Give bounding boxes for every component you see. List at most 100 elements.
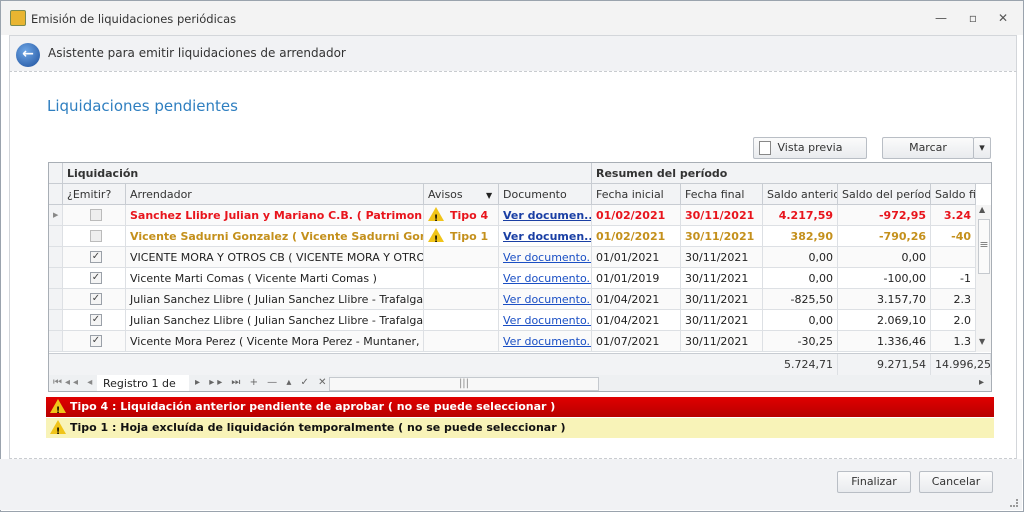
saldo-anterior-cell: 0,00	[763, 268, 838, 289]
fecha-final-cell: 30/11/2021	[681, 226, 763, 247]
saldo-anterior-cell: -825,50	[763, 289, 838, 310]
documento-cell: Ver documento...	[499, 289, 592, 310]
mark-button[interactable]: Marcar	[882, 137, 974, 159]
record-navigator: ⏮◂◂ ◂ Registro 1 de 10 ▸ ▸▸ ⏭ + — ▴ ✓ ✕ …	[49, 375, 991, 391]
ver-documento-link[interactable]: Ver documen...	[503, 230, 591, 243]
ver-documento-link[interactable]: Ver documento...	[503, 293, 591, 306]
horizontal-scroll-thumb[interactable]: |||	[329, 377, 599, 391]
row-indicator[interactable]	[49, 247, 63, 268]
saldo-periodo-cell: 1.336,46	[838, 331, 931, 352]
back-arrow-icon[interactable]: ←	[16, 43, 40, 67]
fecha-final-cell: 30/11/2021	[681, 268, 763, 289]
app-icon	[10, 10, 26, 26]
emitir-cell: ✓	[63, 331, 126, 352]
ver-documento-link[interactable]: Ver documento...	[503, 251, 591, 264]
saldo-periodo-cell: 2.069,10	[838, 310, 931, 331]
minimize-button[interactable]: —	[931, 9, 951, 27]
emitir-cell: ✓	[63, 310, 126, 331]
documento-cell: Ver documento...	[499, 310, 592, 331]
record-counter: Registro 1 de 10	[97, 375, 189, 391]
resize-grip-icon[interactable]	[1010, 499, 1018, 507]
column-header-saldo-final[interactable]: Saldo final	[931, 184, 976, 205]
saldo-final-cell: 2.3	[931, 289, 976, 310]
arrendador-cell: Vicente Mora Perez ( Vicente Mora Perez …	[126, 331, 424, 352]
preview-button[interactable]: Vista previa	[753, 137, 867, 159]
saldo-periodo-cell: -100,00	[838, 268, 931, 289]
close-button[interactable]: ✕	[993, 9, 1013, 27]
column-header-emitir[interactable]: ¿Emitir?	[63, 184, 126, 205]
saldo-final-cell: -40	[931, 226, 976, 247]
fecha-final-cell: 30/11/2021	[681, 289, 763, 310]
saldo-final-cell: 3.24	[931, 205, 976, 226]
avisos-cell	[424, 247, 499, 268]
row-indicator[interactable]	[49, 289, 63, 310]
documento-cell: Ver documento...	[499, 268, 592, 289]
aviso-text: Tipo 4	[450, 209, 489, 222]
column-header-documento[interactable]: Documento	[499, 184, 592, 205]
filter-dropdown-icon[interactable]: ▼	[486, 191, 492, 200]
emitir-checkbox[interactable]: ✓	[90, 335, 102, 347]
fecha-inicial-cell: 01/02/2021	[592, 226, 681, 247]
emitir-cell: ✓	[63, 268, 126, 289]
column-header-saldo-anterior[interactable]: Saldo anterior	[763, 184, 838, 205]
emitir-checkbox[interactable]: ✓	[90, 272, 102, 284]
total-sp: 9.271,54	[838, 354, 931, 375]
finish-button[interactable]: Finalizar	[837, 471, 911, 493]
nav-first-prev-icons[interactable]: ⏮◂◂ ◂	[53, 377, 95, 388]
saldo-periodo-cell: 3.157,70	[838, 289, 931, 310]
saldo-anterior-cell: 0,00	[763, 310, 838, 331]
total-sf: 14.996,25	[931, 354, 991, 375]
row-indicator[interactable]	[49, 268, 63, 289]
row-indicator[interactable]	[49, 331, 63, 352]
ver-documento-link[interactable]: Ver documento...	[503, 272, 591, 285]
emitir-checkbox[interactable]: ✓	[90, 251, 102, 263]
nav-next-last-icons[interactable]: ▸ ▸▸ ⏭ + — ▴ ✓ ✕ ◂	[195, 377, 344, 388]
restore-button[interactable]: ▫	[963, 9, 983, 27]
scroll-up-icon[interactable]: ▲	[979, 205, 985, 214]
column-header-saldo-periodo[interactable]: Saldo del período	[838, 184, 931, 205]
arrendador-cell: VICENTE MORA Y OTROS CB ( VICENTE MORA Y…	[126, 247, 424, 268]
emitir-checkbox[interactable]: ✓	[90, 293, 102, 305]
ver-documento-link[interactable]: Ver documento...	[503, 314, 591, 327]
preview-label: Vista previa	[777, 141, 843, 154]
documento-cell: Ver documento...	[499, 247, 592, 268]
vertical-scrollbar[interactable]: ▲ ≡ ▼	[975, 205, 991, 352]
saldo-anterior-cell: 4.217,59	[763, 205, 838, 226]
emitir-checkbox[interactable]	[90, 209, 102, 221]
emitir-cell: ✓	[63, 247, 126, 268]
scroll-down-icon[interactable]: ▼	[979, 337, 985, 346]
warning-icon	[50, 420, 66, 442]
avisos-cell: Tipo 4	[424, 205, 499, 226]
avisos-cell	[424, 310, 499, 331]
cancel-button[interactable]: Cancelar	[919, 471, 993, 493]
scroll-thumb[interactable]: ≡	[978, 219, 990, 274]
fecha-final-cell: 30/11/2021	[681, 205, 763, 226]
saldo-final-cell: -1	[931, 268, 976, 289]
fecha-final-cell: 30/11/2021	[681, 310, 763, 331]
mark-dropdown-arrow[interactable]: ▾	[973, 137, 991, 159]
fecha-inicial-cell: 01/02/2021	[592, 205, 681, 226]
column-header-arrendador[interactable]: Arrendador	[126, 184, 424, 205]
emitir-cell: ✓	[63, 289, 126, 310]
warning-icon	[428, 207, 444, 225]
avisos-cell	[424, 331, 499, 352]
fecha-inicial-cell: 01/07/2021	[592, 331, 681, 352]
scroll-right-icon[interactable]: ▸	[979, 377, 984, 388]
wizard-header-text: Asistente para emitir liquidaciones de a…	[48, 46, 346, 60]
aviso-text: Tipo 1	[450, 230, 489, 243]
fecha-inicial-cell: 01/01/2019	[592, 268, 681, 289]
emitir-checkbox[interactable]: ✓	[90, 314, 102, 326]
ver-documento-link[interactable]: Ver documen...	[503, 209, 591, 222]
arrendador-cell: Vicente Marti Comas ( Vicente Marti Coma…	[126, 268, 424, 289]
warning-icon	[428, 228, 444, 246]
row-indicator[interactable]: ▶	[49, 205, 63, 226]
emitir-checkbox[interactable]	[90, 230, 102, 242]
row-indicator[interactable]	[49, 310, 63, 331]
window-title: Emisión de liquidaciones periódicas	[31, 12, 237, 26]
ver-documento-link[interactable]: Ver documento...	[503, 335, 591, 348]
column-header-fecha-inicial[interactable]: Fecha inicial	[592, 184, 681, 205]
saldo-final-cell: 1.3	[931, 331, 976, 352]
section-title: Liquidaciones pendientes	[47, 97, 238, 115]
column-header-fecha-final[interactable]: Fecha final	[681, 184, 763, 205]
row-indicator[interactable]	[49, 226, 63, 247]
